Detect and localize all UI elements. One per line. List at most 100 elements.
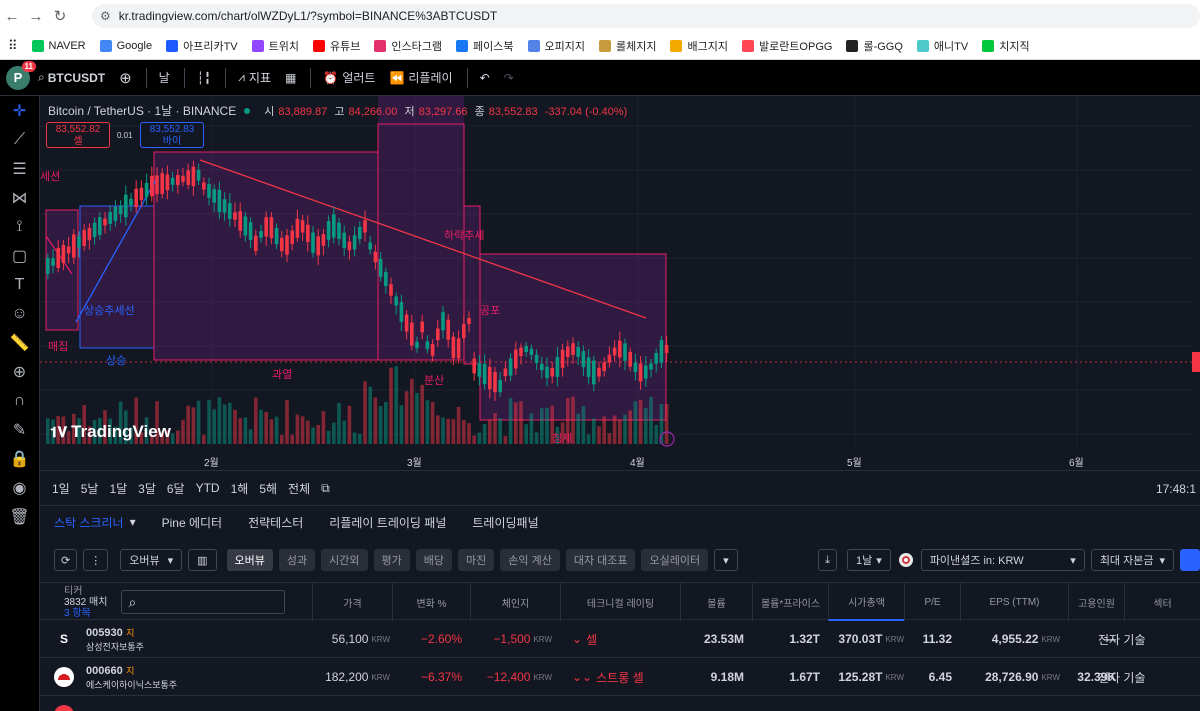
forward-icon[interactable]: →	[24, 8, 48, 25]
column-header[interactable]: P/E	[904, 583, 960, 621]
column-header[interactable]: EPS (TTM)	[960, 583, 1068, 621]
bookmark-item[interactable]: 롤-GGQ	[846, 38, 903, 54]
price-scale-edge[interactable]	[1192, 96, 1200, 470]
sell-button[interactable]: 83,552.82 셀	[46, 122, 110, 148]
bookmark-item[interactable]: 발로란트OPGG	[741, 38, 832, 54]
eye-icon[interactable]: ◉	[0, 473, 39, 502]
korea-flag-icon[interactable]	[897, 549, 915, 571]
bookmark-item[interactable]: 롤체지지	[598, 38, 656, 54]
range-button[interactable]: 1해	[231, 480, 249, 497]
column-header[interactable]: 변화 %	[392, 583, 470, 621]
filter-chip[interactable]: 대자 대조표	[565, 549, 636, 571]
ticker-search-input[interactable]: ⌕	[121, 590, 286, 614]
chart-type-button[interactable]: ┆╏	[197, 71, 211, 85]
sector-value[interactable]: 전자 기술	[1098, 669, 1146, 686]
chevron-down-icon[interactable]: ▾	[130, 515, 136, 529]
lock-icon[interactable]: 🔒	[0, 444, 39, 473]
filter-chip[interactable]: 성과	[278, 549, 316, 571]
indicators-button[interactable]: ⩘ 지표	[238, 69, 271, 86]
fib-icon[interactable]: ☰	[0, 154, 39, 183]
bookmark-item[interactable]: 치지직	[982, 38, 1030, 54]
table-row[interactable]: S 005930 지 삼성전자보통주 56,100 KRW −2.60% −1,500 KRW…	[40, 620, 1200, 658]
ruler-icon[interactable]: 📏	[0, 328, 39, 357]
ticker-cell[interactable]: 373220 지	[54, 696, 304, 711]
interval-button[interactable]: 날	[159, 69, 170, 86]
refresh-button[interactable]: ⟳	[54, 549, 78, 571]
undo-button[interactable]: ↶	[480, 71, 490, 85]
pattern-icon[interactable]: ⋈	[0, 183, 39, 212]
range-button[interactable]: 5해	[259, 480, 277, 497]
trendline-icon[interactable]: ⟋	[0, 125, 39, 154]
shape-icon[interactable]: ▢	[0, 241, 39, 270]
range-button[interactable]: 1일	[52, 480, 70, 497]
bookmark-item[interactable]: 오피지지	[527, 38, 585, 54]
apps-grid-icon[interactable]: ⠿	[8, 38, 18, 54]
range-button[interactable]: YTD	[196, 481, 220, 495]
ticker-cell[interactable]: S 005930 지 삼성전자보통주	[54, 620, 304, 658]
filter-chip[interactable]: 평가	[373, 549, 410, 571]
chips-more-button[interactable]: ▾	[714, 549, 738, 571]
range-button[interactable]: 1달	[109, 480, 127, 497]
column-header[interactable]: 가격	[312, 583, 392, 621]
bookmark-item[interactable]: 페이스북	[456, 38, 514, 54]
range-button[interactable]: 6달	[167, 480, 185, 497]
bookmark-item[interactable]: 배그지지	[670, 38, 728, 54]
column-header[interactable]: 체인지	[470, 583, 560, 621]
bookmark-item[interactable]: 트위치	[251, 38, 299, 54]
replay-button[interactable]: ⏪ 리플레이	[389, 69, 452, 86]
buy-button[interactable]: 83,552.83 바이	[140, 122, 204, 148]
column-header[interactable]: 테크니컬 레이팅	[560, 583, 680, 621]
address-bar[interactable]: ⚙ kr.tradingview.com/chart/olWZDyL1/?sym…	[92, 4, 1200, 28]
filter-chip[interactable]: 배당	[415, 549, 453, 571]
apply-button[interactable]	[1180, 549, 1200, 571]
range-button[interactable]: 전체	[288, 480, 310, 497]
column-header[interactable]: 볼륨*프라이스	[752, 583, 828, 621]
avatar[interactable]: P 11	[6, 60, 36, 90]
columns-button[interactable]: ▥	[188, 549, 217, 571]
panel-tab[interactable]: 리플레이 트레이딩 패널	[329, 514, 446, 531]
trash-icon[interactable]: 🗑	[0, 502, 39, 531]
emoji-icon[interactable]: ☺	[0, 299, 39, 328]
ticker-code[interactable]: 005930	[86, 627, 123, 639]
text-icon[interactable]: T	[0, 270, 39, 299]
sector-value[interactable]: 전자 기술	[1098, 631, 1146, 648]
panel-tab[interactable]: Pine 에디터	[162, 514, 222, 531]
panel-tab[interactable]: 전략테스터	[248, 514, 303, 531]
chart-pane[interactable]: 세션 상승추세선 매집 상승 과열 하락추세 공포 분산 침체 Bitcoin / Tether…	[40, 96, 1200, 470]
filter-chip[interactable]: 오버뷰	[226, 549, 273, 571]
more-button[interactable]: ⋮	[83, 549, 109, 571]
alerts-button[interactable]: ⏰ 얼러트	[323, 69, 375, 86]
bookmark-item[interactable]: Google	[99, 39, 152, 52]
interval-select[interactable]: 1날 ▾	[847, 549, 891, 571]
panel-tab[interactable]: 트레이딩패널	[472, 514, 538, 531]
date-range-icon[interactable]: ⧉	[321, 481, 330, 496]
range-button[interactable]: 3달	[138, 480, 156, 497]
redo-button[interactable]: ↷	[504, 71, 514, 85]
view-select[interactable]: 오버뷰 ▾	[120, 549, 183, 571]
tradingview-logo[interactable]: 𝟏𝐕 TradingView	[50, 422, 171, 442]
column-header[interactable]: 섹터	[1124, 583, 1200, 621]
exchange-select[interactable]: 파이낸셜즈 in: KRW ▾	[920, 549, 1085, 571]
filter-chip[interactable]: 오실레이터	[641, 549, 709, 571]
bookmark-item[interactable]: 유튜브	[313, 38, 360, 54]
filter-chip[interactable]: 마진	[458, 549, 495, 571]
layouts-button[interactable]: ▦	[285, 71, 296, 85]
time-axis[interactable]: 2월 3월 4월 5월 6월	[40, 446, 1200, 470]
magnet-icon[interactable]: ∩	[0, 386, 39, 415]
bookmark-item[interactable]: 애니TV	[916, 38, 968, 54]
column-header[interactable]: 고용인원	[1068, 583, 1124, 621]
zoom-in-icon[interactable]: ⊕	[0, 357, 39, 386]
bookmark-item[interactable]: 아프리카TV	[166, 38, 238, 54]
compare-button[interactable]: ⊕	[119, 69, 132, 87]
crosshair-icon[interactable]: ✛	[0, 96, 39, 125]
panel-tab[interactable]: 스탁 스크리너	[54, 514, 124, 531]
table-row[interactable]: 000660 지 에스케이하이닉스보통주 182,200 KRW −6.37% −12,4…	[40, 658, 1200, 696]
sort-select[interactable]: 최대 자본금 ▾	[1090, 549, 1174, 571]
column-header[interactable]: 시가총액	[828, 583, 904, 621]
filter-chip[interactable]: 시간외	[321, 549, 368, 571]
filter-chip[interactable]: 손익 계산	[500, 549, 560, 571]
back-icon[interactable]: ←	[0, 8, 24, 25]
range-button[interactable]: 5날	[81, 480, 99, 497]
bookmark-item[interactable]: NAVER	[31, 39, 86, 52]
reload-icon[interactable]: ↻	[48, 7, 72, 25]
